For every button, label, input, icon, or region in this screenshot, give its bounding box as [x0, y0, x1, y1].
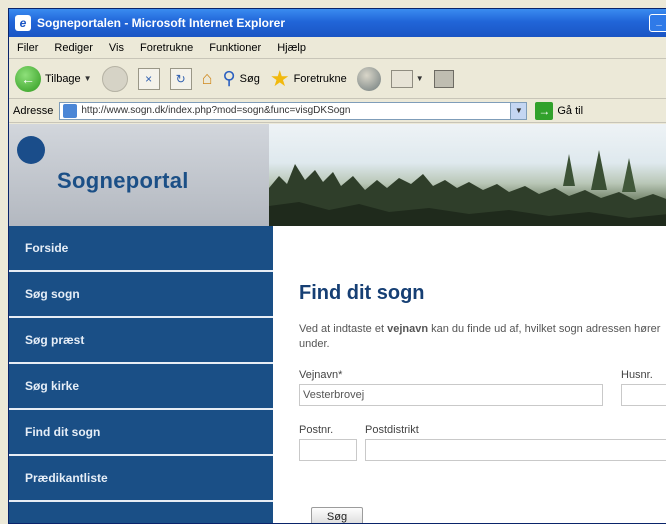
- left-navigation: Forside Søg sogn Søg præst Søg kirke Fin…: [9, 226, 273, 523]
- media-icon: [356, 66, 381, 91]
- nav-item-praedikantliste[interactable]: Prædikantliste: [9, 456, 273, 502]
- favorites-button[interactable]: ★ Foretrukne: [270, 66, 347, 92]
- mail-icon: [390, 69, 413, 88]
- favorites-label: Foretrukne: [293, 72, 347, 85]
- postnr-label: Postnr.: [299, 424, 334, 436]
- search-submit-button[interactable]: Søg: [311, 507, 363, 523]
- nav-item-soeg-kirke[interactable]: Søg kirke: [9, 364, 273, 410]
- forward-button[interactable]: [101, 65, 128, 92]
- mail-dropdown-icon: ▼: [415, 74, 424, 83]
- menu-funktioner[interactable]: Funktioner: [201, 42, 269, 54]
- print-icon: [433, 69, 454, 88]
- refresh-button[interactable]: ↻: [169, 67, 192, 90]
- page-title: Find dit sogn: [299, 282, 425, 304]
- refresh-icon: ↻: [169, 67, 192, 90]
- back-dropdown-icon: ▼: [83, 74, 92, 83]
- main-panel: Find dit sogn Ved at indtaste et vejnavn…: [273, 226, 666, 523]
- search-button[interactable]: ⚲ Søg: [222, 68, 259, 89]
- husnr-label: Husnr.: [621, 369, 653, 381]
- back-arrow-icon: ←: [15, 65, 41, 92]
- search-label: Søg: [239, 72, 260, 85]
- page-icon: [63, 103, 78, 118]
- nav-item-forside[interactable]: Forside: [9, 226, 273, 272]
- menu-bar: Filer Rediger Vis Foretrukne Funktioner …: [9, 37, 666, 59]
- media-button[interactable]: [356, 66, 381, 91]
- site-logo[interactable]: Sogneportal: [9, 124, 269, 226]
- husnr-input[interactable]: [621, 384, 666, 406]
- go-arrow-icon[interactable]: →: [535, 101, 554, 120]
- vejnavn-label: Vejnavn*: [299, 369, 343, 381]
- address-url: http://www.sogn.dk/index.php?mod=sogn&fu…: [81, 105, 351, 116]
- menu-hjaelp[interactable]: Hjælp: [269, 42, 314, 54]
- home-button[interactable]: ⌂: [202, 68, 213, 89]
- logo-circle-icon: [17, 136, 45, 164]
- toolbar: ← Tilbage ▼ × ↻ ⌂ ⚲ Søg ★ Foretrukne ▼: [9, 59, 666, 99]
- stop-icon: ×: [137, 67, 160, 90]
- intro-text: Ved at indtaste et vejnavn kan du finde …: [299, 322, 666, 352]
- menu-rediger[interactable]: Rediger: [46, 42, 101, 54]
- forest-illustration: [269, 150, 666, 226]
- star-icon: ★: [269, 65, 290, 91]
- forest-banner-image: [269, 124, 666, 226]
- address-bar: Adresse http://www.sogn.dk/index.php?mod…: [9, 99, 666, 123]
- intro-text-prefix: Ved at indtaste et: [299, 323, 388, 335]
- print-button[interactable]: [433, 69, 454, 88]
- minimize-button[interactable]: _: [649, 14, 666, 32]
- home-icon: ⌂: [201, 68, 213, 88]
- postdistrikt-input[interactable]: [365, 439, 666, 461]
- back-label: Tilbage: [45, 72, 81, 85]
- title-bar: e Sogneportalen - Microsoft Internet Exp…: [9, 9, 666, 37]
- vejnavn-input[interactable]: Vesterbrovej: [299, 384, 603, 406]
- nav-item-find-dit-sogn[interactable]: Find dit sogn: [9, 410, 273, 456]
- ie-icon: e: [15, 15, 31, 31]
- page-content: Sogneportal Forside Søg sogn Søg præst S…: [9, 124, 666, 523]
- forward-arrow-icon: [101, 65, 128, 92]
- postnr-input[interactable]: [299, 439, 357, 461]
- address-dropdown-icon[interactable]: ▼: [510, 102, 527, 119]
- menu-filer[interactable]: Filer: [9, 42, 46, 54]
- browser-window: e Sogneportalen - Microsoft Internet Exp…: [8, 8, 666, 524]
- nav-item-soeg-sogn[interactable]: Søg sogn: [9, 272, 273, 318]
- nav-item-soeg-praest[interactable]: Søg præst: [9, 318, 273, 364]
- menu-vis[interactable]: Vis: [101, 42, 132, 54]
- stop-button[interactable]: ×: [137, 67, 160, 90]
- address-input[interactable]: http://www.sogn.dk/index.php?mod=sogn&fu…: [59, 101, 528, 120]
- menu-foretrukne[interactable]: Foretrukne: [132, 42, 201, 54]
- search-icon: ⚲: [222, 68, 236, 88]
- intro-text-bold: vejnavn: [387, 323, 429, 335]
- address-label: Adresse: [13, 104, 54, 117]
- logo-text: Sogneportal: [57, 168, 189, 193]
- postdistrikt-label: Postdistrikt: [365, 424, 419, 436]
- go-label[interactable]: Gå til: [557, 105, 583, 117]
- back-button[interactable]: ← Tilbage ▼: [15, 65, 92, 92]
- window-title: Sogneportalen - Microsoft Internet Explo…: [37, 16, 286, 30]
- mail-button[interactable]: ▼: [390, 69, 424, 88]
